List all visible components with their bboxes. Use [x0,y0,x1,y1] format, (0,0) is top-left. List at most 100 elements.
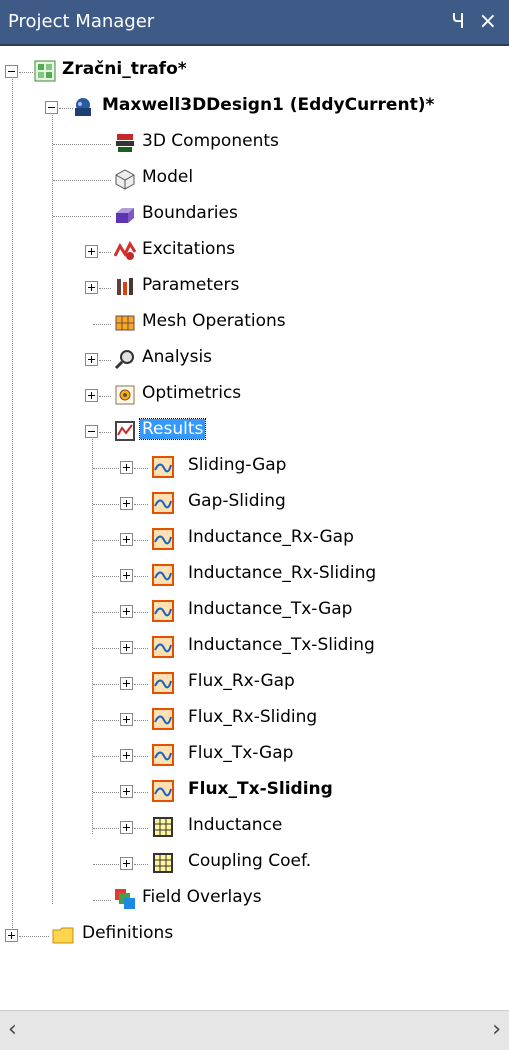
tree-item-boundaries[interactable]: Boundaries [0,200,509,232]
parameters-icon [117,278,133,295]
report-icon [152,672,174,694]
close-icon[interactable]: × [479,9,497,34]
result-report[interactable]: Inductance_Tx-Sliding [0,632,509,664]
item-label: Parameters [142,275,240,295]
report-icon [152,528,174,550]
report-label: Coupling Coef. [188,851,312,871]
item-label: Results [138,418,207,440]
report-icon [152,600,174,622]
item-label: Model [142,167,194,187]
scroll-left-icon[interactable]: ‹ [8,1017,17,1042]
report-icon [152,744,174,766]
report-icon [152,564,174,586]
horizontal-scrollbar[interactable]: ‹ › [0,1010,509,1050]
pin-icon[interactable]: Ч [451,9,465,33]
scroll-right-icon[interactable]: › [492,1017,501,1042]
design-icon [75,98,91,116]
3d-components-icon [116,134,134,152]
expand-toggle[interactable] [85,245,98,258]
boundaries-icon [116,208,134,223]
item-label: Excitations [142,239,236,259]
result-report[interactable]: Sliding-Gap [0,452,509,484]
collapse-toggle[interactable] [85,425,98,438]
result-report[interactable]: Inductance_Rx-Sliding [0,560,509,592]
result-report[interactable]: Gap-Sliding [0,488,509,520]
project-icon [34,60,56,82]
expand-toggle[interactable] [120,821,133,834]
expand-toggle[interactable] [120,461,133,474]
report-label: Inductance_Tx-Gap [188,599,353,619]
tree-item-analysis[interactable]: Analysis [0,344,509,376]
tree-item-model[interactable]: Model [0,164,509,196]
field-overlays-icon [115,889,135,909]
tree-item-optimetrics[interactable]: Optimetrics [0,380,509,412]
table-icon [153,817,173,837]
expand-toggle[interactable] [120,857,133,870]
expand-toggle[interactable] [120,569,133,582]
result-table[interactable]: Coupling Coef. [0,848,509,880]
definitions-label: Definitions [82,923,174,943]
optimetrics-icon [115,385,135,405]
item-label: Mesh Operations [142,311,286,331]
report-label: Flux_Rx-Gap [188,671,295,691]
item-label: Analysis [142,347,213,367]
expand-toggle[interactable] [5,929,18,942]
report-label: Inductance_Tx-Sliding [188,635,375,655]
expand-toggle[interactable] [85,281,98,294]
panel-title: Project Manager [8,11,155,32]
expand-toggle[interactable] [120,749,133,762]
result-table[interactable]: Inductance [0,812,509,844]
panel-titlebar: Project Manager Ч × [0,0,509,46]
report-label: Gap-Sliding [188,491,286,511]
report-label: Flux_Tx-Sliding [188,779,333,799]
report-icon [152,456,174,478]
expand-toggle[interactable] [85,389,98,402]
expand-toggle[interactable] [120,605,133,618]
model-icon [115,169,135,190]
expand-toggle[interactable] [120,533,133,546]
report-label: Sliding-Gap [188,455,287,475]
item-label: Boundaries [142,203,238,223]
expand-toggle[interactable] [120,497,133,510]
tree-item-mesh-operations[interactable]: Mesh Operations [0,308,509,340]
tree-node-design[interactable]: Maxwell3DDesign1 (EddyCurrent)* [0,92,509,124]
report-icon [152,636,174,658]
tree-item-3d-components[interactable]: 3D Components [0,128,509,160]
tree-item-results[interactable]: Results [0,416,509,448]
expand-toggle[interactable] [120,785,133,798]
excitations-icon [114,240,136,260]
collapse-toggle[interactable] [5,65,18,78]
result-report[interactable]: Flux_Tx-Sliding [0,776,509,808]
tree-item-field-overlays[interactable]: Field Overlays [0,884,509,916]
tree-node-definitions[interactable]: Definitions [0,920,509,952]
expand-toggle[interactable] [120,641,133,654]
item-label: 3D Components [142,131,279,151]
item-label: Optimetrics [142,383,242,403]
table-icon [153,853,173,873]
expand-toggle[interactable] [85,353,98,366]
report-icon [152,780,174,802]
result-report[interactable]: Flux_Tx-Gap [0,740,509,772]
collapse-toggle[interactable] [45,101,58,114]
report-icon [152,708,174,730]
folder-icon [52,927,74,944]
tree-item-parameters[interactable]: Parameters [0,272,509,304]
report-icon [152,492,174,514]
results-icon [115,421,135,441]
analysis-icon [114,350,134,370]
result-report[interactable]: Flux_Rx-Sliding [0,704,509,736]
report-label: Inductance_Rx-Gap [188,527,354,547]
project-label: Zračni_trafo* [62,59,187,79]
report-label: Inductance_Rx-Sliding [188,563,377,583]
tree-node-project[interactable]: Zračni_trafo* [0,56,509,88]
report-label: Flux_Tx-Gap [188,743,294,763]
result-report[interactable]: Flux_Rx-Gap [0,668,509,700]
project-tree: Zračni_trafo* Maxwell3DDesign1 (EddyCurr… [0,46,509,986]
item-label: Field Overlays [142,887,262,907]
expand-toggle[interactable] [120,713,133,726]
expand-toggle[interactable] [120,677,133,690]
result-report[interactable]: Inductance_Rx-Gap [0,524,509,556]
tree-item-excitations[interactable]: Excitations [0,236,509,268]
result-report[interactable]: Inductance_Tx-Gap [0,596,509,628]
report-label: Inductance [188,815,283,835]
